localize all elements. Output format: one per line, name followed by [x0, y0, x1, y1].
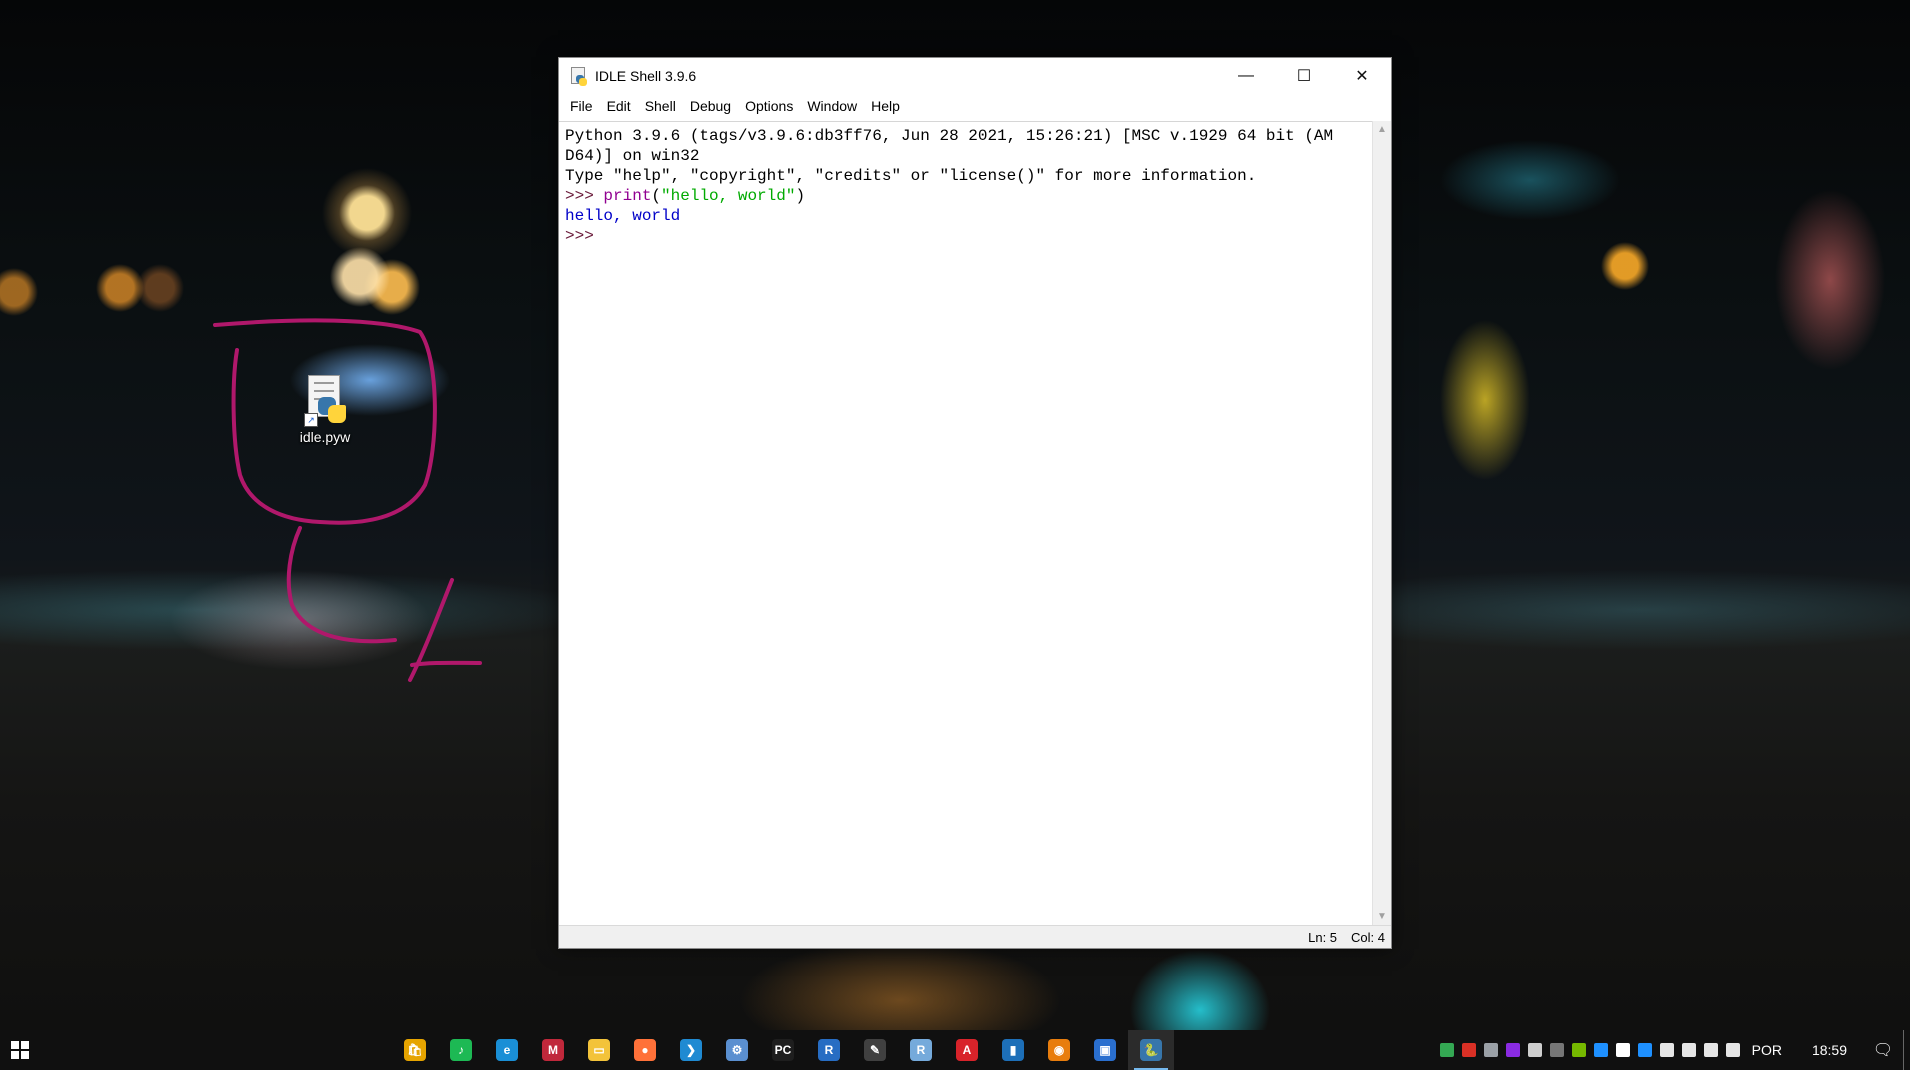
tray-icon-1[interactable] [1458, 1030, 1480, 1070]
idle-app-icon [569, 67, 587, 86]
tray-icon-11[interactable] [1678, 1030, 1700, 1070]
banner-line: Type "help", "copyright", "credits" or "… [565, 167, 1257, 185]
rstudio-app-icon: R [910, 1039, 932, 1061]
blender-app-icon: ◉ [1048, 1039, 1070, 1061]
tool-app-icon: ✎ [864, 1039, 886, 1061]
firefox-app-icon: ● [634, 1039, 656, 1061]
close-paren: ) [795, 187, 806, 205]
tray-icon-10[interactable] [1656, 1030, 1678, 1070]
show-desktop-button[interactable] [1903, 1030, 1910, 1070]
tray-icon-8[interactable] [1612, 1030, 1634, 1070]
builtin-keyword: print [603, 187, 652, 205]
shell-prompt-current: >>> [565, 227, 594, 245]
start-button[interactable] [0, 1030, 40, 1070]
line-number: Ln: 5 [1308, 929, 1338, 945]
firefox-app[interactable]: ● [622, 1030, 668, 1070]
vertical-scrollbar[interactable]: ▲ ▼ [1372, 121, 1391, 926]
file-explorer-app-icon: ▭ [588, 1039, 610, 1061]
maximize-button[interactable]: ☐ [1275, 58, 1333, 94]
tray-icon-3[interactable] [1502, 1030, 1524, 1070]
store-app[interactable]: 🛍 [392, 1030, 438, 1070]
shell-prompt: >>> [565, 187, 604, 205]
file-explorer-app[interactable]: ▭ [576, 1030, 622, 1070]
window-title: IDLE Shell 3.9.6 [595, 68, 697, 84]
app-blue[interactable]: ▮ [990, 1030, 1036, 1070]
system-tray: POR 18:59 🗨 [1436, 1030, 1910, 1070]
store-app-icon: 🛍 [404, 1039, 426, 1061]
r-app-icon: R [818, 1039, 840, 1061]
mendeley-app-icon: M [542, 1039, 564, 1061]
menu-file[interactable]: File [563, 98, 600, 114]
tray-icon-6[interactable] [1568, 1030, 1590, 1070]
language-indicator[interactable]: POR [1744, 1042, 1796, 1058]
pycharm-app[interactable]: PC [760, 1030, 806, 1070]
vscode-app[interactable]: ❯ [668, 1030, 714, 1070]
edge-app-icon: e [496, 1039, 518, 1061]
pycharm-app-icon: PC [772, 1039, 794, 1061]
title-bar[interactable]: IDLE Shell 3.9.6 — ☐ ✕ [559, 58, 1391, 94]
tray-icon-5[interactable] [1546, 1030, 1568, 1070]
scroll-up-icon[interactable]: ▲ [1373, 121, 1391, 139]
tray-icon-4[interactable] [1524, 1030, 1546, 1070]
scroll-down-icon[interactable]: ▼ [1373, 908, 1391, 926]
photos-app[interactable]: ▣ [1082, 1030, 1128, 1070]
clock[interactable]: 18:59 [1796, 1042, 1863, 1058]
menu-edit[interactable]: Edit [600, 98, 638, 114]
tray-icon-13[interactable] [1722, 1030, 1744, 1070]
idle-shell-window: IDLE Shell 3.9.6 — ☐ ✕ File Edit Shell D… [558, 57, 1392, 949]
shell-text-area[interactable]: Python 3.9.6 (tags/v3.9.6:db3ff76, Jun 2… [559, 121, 1373, 926]
tray-icon-7[interactable] [1590, 1030, 1612, 1070]
tray-icons [1436, 1030, 1744, 1070]
mendeley-app[interactable]: M [530, 1030, 576, 1070]
status-bar: Ln: 5 Col: 4 [559, 925, 1391, 948]
shortcut-arrow-icon: ↗ [304, 413, 318, 427]
close-button[interactable]: ✕ [1333, 58, 1391, 94]
banner-line: Python 3.9.6 (tags/v3.9.6:db3ff76, Jun 2… [565, 127, 1334, 145]
menu-bar: File Edit Shell Debug Options Window Hel… [559, 94, 1391, 118]
column-number: Col: 4 [1351, 929, 1385, 945]
annotation-hook [286, 526, 397, 644]
notification-center-icon[interactable]: 🗨 [1863, 1030, 1903, 1070]
menu-window[interactable]: Window [800, 98, 864, 114]
idle-app[interactable]: 🐍 [1128, 1030, 1174, 1070]
idle-app-icon: 🐍 [1140, 1039, 1162, 1061]
tool-app[interactable]: ✎ [852, 1030, 898, 1070]
acrobat-app-icon: A [956, 1039, 978, 1061]
menu-help[interactable]: Help [864, 98, 907, 114]
pinned-apps: 🛍 ♪ e M ▭ ● ❯ ⚙ PC R ✎ R A ▮ ◉ ▣ 🐍 [392, 1030, 1174, 1070]
desktop-icon-label: idle.pyw [299, 429, 351, 445]
python-file-icon: ↗ [304, 375, 346, 427]
banner-line: D64)] on win32 [565, 147, 700, 165]
command-line: >>> print("hello, world") [565, 186, 1367, 206]
r-app[interactable]: R [806, 1030, 852, 1070]
rstudio-app[interactable]: R [898, 1030, 944, 1070]
settings-app-icon: ⚙ [726, 1039, 748, 1061]
blender-app[interactable]: ◉ [1036, 1030, 1082, 1070]
app-blue-icon: ▮ [1002, 1039, 1024, 1061]
minimize-button[interactable]: — [1217, 58, 1275, 94]
menu-options[interactable]: Options [738, 98, 800, 114]
tray-icon-0[interactable] [1436, 1030, 1458, 1070]
vscode-app-icon: ❯ [680, 1039, 702, 1061]
settings-app[interactable]: ⚙ [714, 1030, 760, 1070]
menu-debug[interactable]: Debug [683, 98, 738, 114]
windows-logo-icon [11, 1041, 29, 1059]
desktop-shortcut-idle[interactable]: ↗ idle.pyw [285, 375, 365, 445]
open-paren: ( [651, 187, 662, 205]
menu-shell[interactable]: Shell [638, 98, 683, 114]
spotify-app[interactable]: ♪ [438, 1030, 484, 1070]
tray-icon-2[interactable] [1480, 1030, 1502, 1070]
edge-app[interactable]: e [484, 1030, 530, 1070]
spotify-app-icon: ♪ [450, 1039, 472, 1061]
tray-icon-9[interactable] [1634, 1030, 1656, 1070]
string-literal: "hello, world" [661, 187, 796, 205]
output-line: hello, world [565, 207, 681, 225]
photos-app-icon: ▣ [1094, 1039, 1116, 1061]
taskbar: 🛍 ♪ e M ▭ ● ❯ ⚙ PC R ✎ R A ▮ ◉ ▣ 🐍 POR 18:59 🗨 [0, 1030, 1910, 1070]
annotation-number-1 [408, 578, 482, 682]
tray-icon-12[interactable] [1700, 1030, 1722, 1070]
acrobat-app[interactable]: A [944, 1030, 990, 1070]
